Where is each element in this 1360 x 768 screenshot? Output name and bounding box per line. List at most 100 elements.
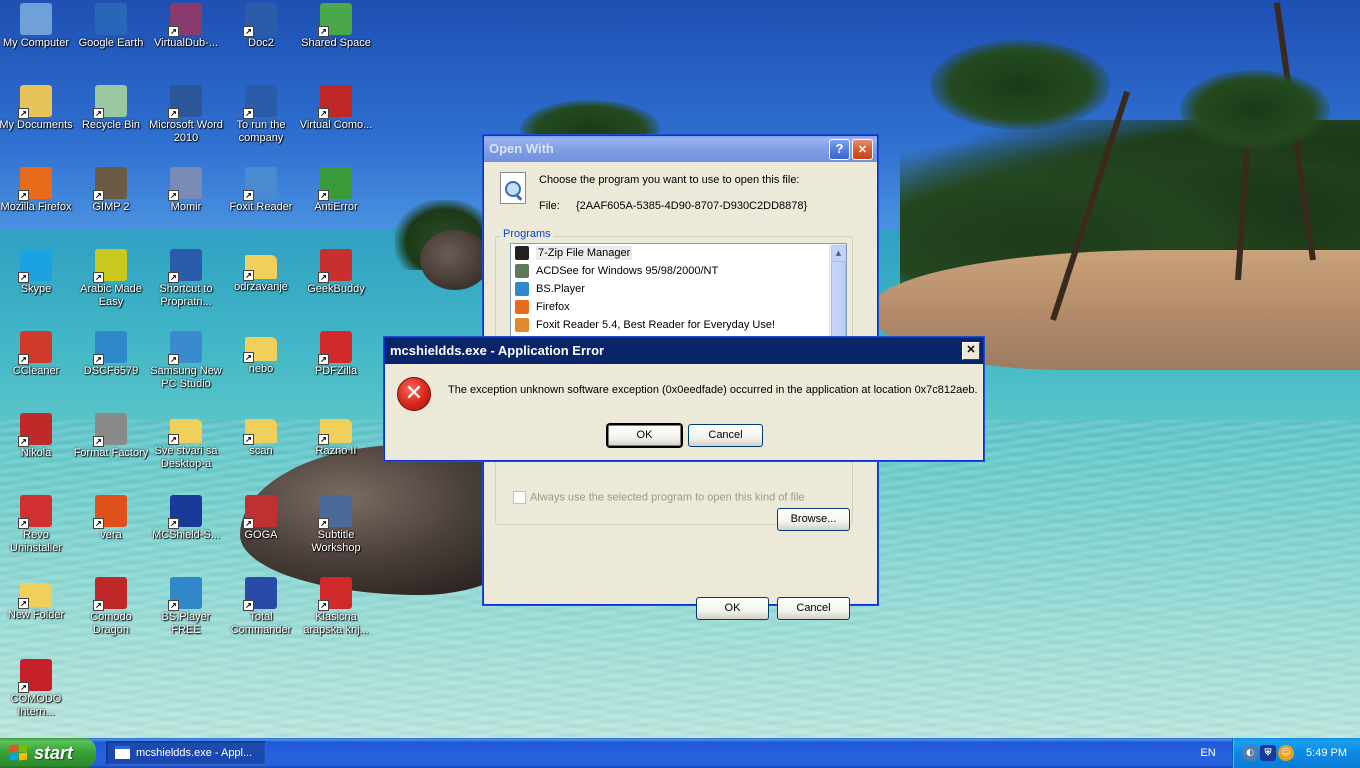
desktop-icon[interactable]: ↗ Samsung New PC Studio	[148, 331, 224, 391]
desktop-icon[interactable]: ↗ vera	[73, 495, 149, 542]
program-list-item[interactable]: BS.Player	[511, 280, 846, 298]
browse-button[interactable]: Browse...	[777, 508, 850, 531]
shield-icon[interactable]: ⛨	[1260, 745, 1276, 761]
desktop-icon[interactable]: ↗ Arabic Made Easy	[73, 249, 149, 309]
desktop-icon[interactable]: ↗ Klasicna arapska knj...	[298, 577, 374, 637]
scroll-up-arrow-icon[interactable]: ▲	[831, 245, 846, 262]
desktop-icon[interactable]: ↗ Shortcut to Propratn...	[148, 249, 224, 309]
open-with-title-bar[interactable]: Open With ? ✕	[484, 136, 877, 162]
program-list-item[interactable]: Firefox	[511, 298, 846, 316]
desktop-icon[interactable]: ↗ Razno II	[298, 413, 374, 458]
globe-icon	[95, 3, 127, 35]
desktop-icon[interactable]: ↗ VirtualDub-...	[148, 3, 224, 50]
desktop-icon[interactable]: ↗ Virtual Como...	[298, 85, 374, 132]
error-ok-button[interactable]: OK	[607, 424, 682, 447]
desktop-icon[interactable]: ↗ Subtitle Workshop	[298, 495, 374, 555]
network-icon[interactable]: ◐	[1242, 745, 1258, 761]
program-list[interactable]: 7-Zip File Manager ACDSee for Windows 95/…	[510, 243, 847, 345]
desktop-icon[interactable]: ↗ Microsoft Word 2010	[148, 85, 224, 145]
open-with-prompt: Choose the program you want to use to op…	[539, 174, 800, 186]
desktop-icon[interactable]: ↗ Sve stvari sa Desktop-a	[148, 413, 224, 471]
desktop-icon[interactable]: ↗ Recycle Bin	[73, 85, 149, 132]
desktop-icon[interactable]: ↗ GOGA	[223, 495, 299, 542]
desktop-icon-label: New Folder	[7, 609, 65, 621]
scrollbar-thumb[interactable]	[831, 261, 846, 343]
shortcut-arrow-icon: ↗	[318, 26, 329, 37]
desktop-icon[interactable]: ↗ Doc2	[223, 3, 299, 50]
program-list-item[interactable]: 7-Zip File Manager	[511, 244, 846, 262]
desktop-icon[interactable]: ↗ DSCF6579	[73, 331, 149, 378]
shield-icon: ↗	[168, 495, 202, 529]
desktop-icon-label: Comodo Dragon	[90, 611, 132, 636]
shortcut-arrow-icon: ↗	[243, 434, 254, 445]
desktop-icon-label: Skype	[20, 283, 52, 295]
program-list-item[interactable]: ACDSee for Windows 95/98/2000/NT	[511, 262, 846, 280]
desktop-icon[interactable]: ↗ New Folder	[0, 577, 74, 622]
desktop-icon[interactable]: ↗ Revo Uninstaller	[0, 495, 74, 555]
desktop-icon[interactable]: ↗ odrzavanje	[223, 249, 299, 294]
clock[interactable]: 5:49 PM	[1306, 738, 1347, 768]
revo-icon: ↗	[18, 495, 52, 529]
desktop-icon[interactable]: ↗ AntiError	[298, 167, 374, 214]
always-use-checkbox-row[interactable]: Always use the selected program to open …	[513, 491, 805, 504]
shortcut-arrow-icon: ↗	[243, 352, 254, 363]
shortcut-arrow-icon: ↗	[18, 518, 29, 529]
desktop-icon[interactable]: ↗ GIMP 2	[73, 167, 149, 214]
desktop-icon[interactable]: ↗ My Documents	[0, 85, 74, 132]
start-button[interactable]: start	[0, 738, 96, 768]
firefox-icon: ↗	[18, 167, 52, 201]
7zip-icon	[515, 246, 529, 260]
desktop-icon[interactable]: ↗ GeekBuddy	[298, 249, 374, 296]
comodo-tray-icon[interactable]: ☺	[1278, 745, 1294, 761]
shortcut-arrow-icon: ↗	[243, 600, 254, 611]
always-use-checkbox[interactable]	[513, 491, 526, 504]
format-factory-icon: ↗	[93, 413, 127, 447]
open-with-close-button[interactable]: ✕	[852, 139, 873, 160]
error-close-button[interactable]: ✕	[962, 342, 980, 360]
folder-icon: ↗	[168, 419, 202, 445]
desktop-icon[interactable]: ↗ PDFZilla	[298, 331, 374, 378]
desktop-icon[interactable]: ↗ scan	[223, 413, 299, 458]
shortcut-arrow-icon: ↗	[318, 354, 329, 365]
desktop-icon[interactable]: ↗ CCleaner	[0, 331, 74, 378]
open-with-ok-button[interactable]: OK	[696, 597, 769, 620]
geekbuddy-icon: ↗	[318, 249, 352, 283]
comodo-icon: ↗	[93, 577, 127, 611]
desktop-icon[interactable]: ↗ COMODO Intern...	[0, 659, 74, 719]
pdf-icon: ↗	[318, 331, 352, 365]
foxit-icon: ↗	[243, 167, 277, 201]
desktop-icon[interactable]: ↗ Foxit Reader	[223, 167, 299, 214]
desktop-icon[interactable]: ↗ Skype	[0, 249, 74, 296]
desktop-icon-label: Shortcut to Propratn...	[159, 283, 213, 308]
desktop-icon-label: odrzavanje	[234, 281, 288, 293]
bsplayer-icon: ↗	[93, 331, 127, 365]
language-indicator[interactable]: EN	[1195, 738, 1221, 768]
desktop-icon[interactable]: ↗ To run the company	[223, 85, 299, 145]
desktop-icon[interactable]: ↗ Mozilla Firefox	[0, 167, 74, 214]
desktop-icon[interactable]: ↗ Nikola	[0, 413, 74, 460]
desktop-icon-label: Google Earth	[78, 37, 144, 49]
desktop-icon[interactable]: My Computer	[0, 3, 74, 50]
error-cancel-button[interactable]: Cancel	[688, 424, 763, 447]
error-title-bar[interactable]: mcshieldds.exe - Application Error ✕	[385, 338, 983, 364]
desktop-icon-label: Subtitle Workshop	[311, 529, 361, 554]
shortcut-arrow-icon: ↗	[18, 108, 29, 119]
recycle-bin-icon: ↗	[93, 85, 127, 119]
desktop-icon-label: MCShield-S...	[152, 529, 220, 541]
desktop-icon[interactable]: ↗ BS.Player FREE	[148, 577, 224, 637]
desktop-icon[interactable]: ↗ Shared Space	[298, 3, 374, 50]
program-list-item[interactable]: Foxit Reader 5.4, Best Reader for Everyd…	[511, 316, 846, 334]
desktop-icon[interactable]: ↗ nebo	[223, 331, 299, 376]
program-list-scrollbar[interactable]: ▲	[829, 244, 846, 344]
desktop-icon-label: nebo	[248, 363, 274, 375]
desktop-icon[interactable]: ↗ Momir	[148, 167, 224, 214]
desktop-icon[interactable]: ↗ Total Commander	[223, 577, 299, 637]
desktop-icon[interactable]: ↗ Comodo Dragon	[73, 577, 149, 637]
help-button[interactable]: ?	[829, 139, 850, 160]
open-with-cancel-button[interactable]: Cancel	[777, 597, 850, 620]
shortcut-arrow-icon: ↗	[168, 190, 179, 201]
desktop-icon[interactable]: Google Earth	[73, 3, 149, 50]
desktop-icon[interactable]: ↗ Format Factory	[73, 413, 149, 460]
desktop-icon[interactable]: ↗ MCShield-S...	[148, 495, 224, 542]
taskbar-item-error[interactable]: mcshieldds.exe - Appl...	[106, 741, 266, 765]
